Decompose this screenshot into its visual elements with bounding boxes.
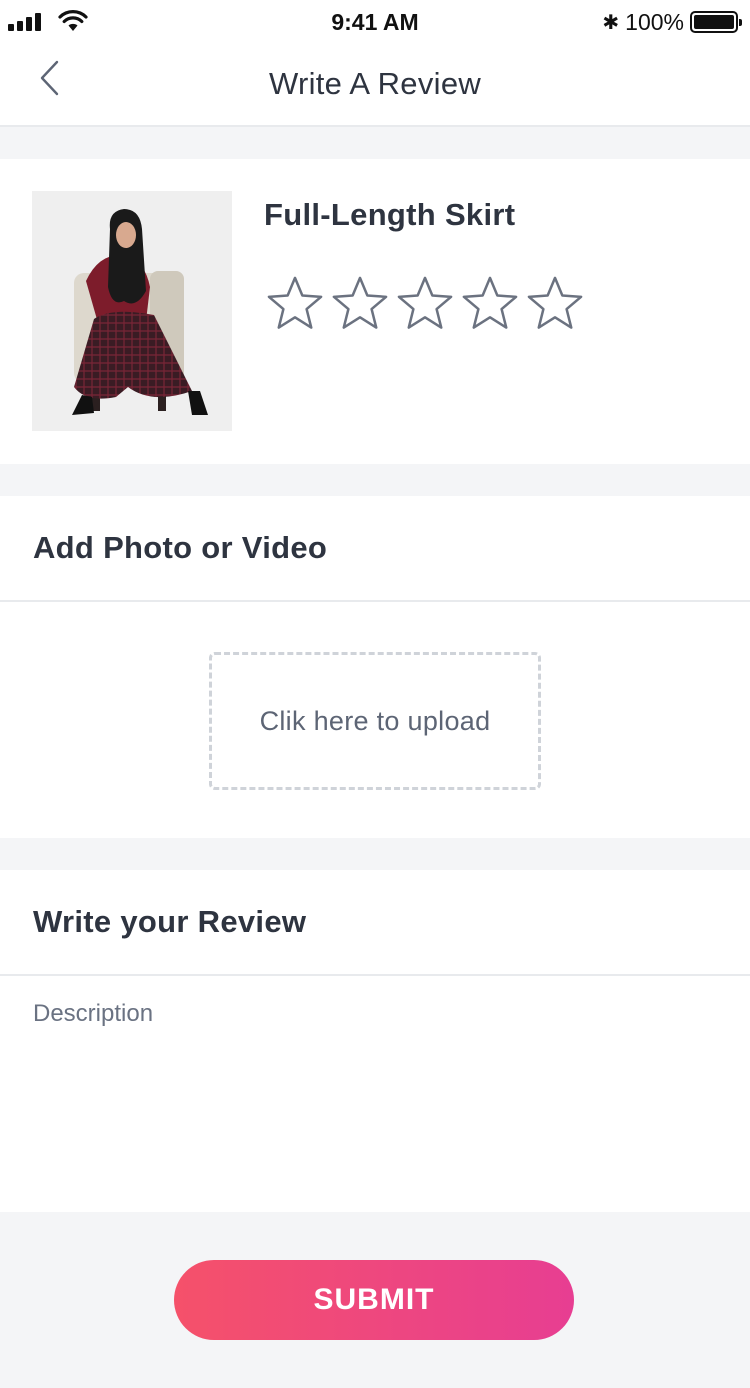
product-name: Full-Length Skirt xyxy=(264,197,516,232)
star-rating[interactable] xyxy=(266,275,591,333)
description-input[interactable] xyxy=(0,976,750,1212)
star-icon[interactable] xyxy=(331,275,389,333)
product-image xyxy=(32,191,232,431)
product-photo-illustration xyxy=(32,191,232,431)
battery-icon xyxy=(690,11,742,33)
review-section-title: Write your Review xyxy=(0,870,750,976)
battery-percent: 100% xyxy=(625,8,684,35)
star-icon[interactable] xyxy=(396,275,454,333)
media-section-title: Add Photo or Video xyxy=(0,496,750,602)
page-title: Write A Review xyxy=(268,66,482,101)
review-section: Write your Review xyxy=(0,870,750,1212)
product-card: Full-Length Skirt xyxy=(0,159,750,464)
nav-bar: Write A Review xyxy=(0,44,750,127)
upload-label: Clik here to upload xyxy=(259,705,491,736)
status-bar: 9:41 AM ✱ 100% xyxy=(0,0,750,44)
battery-status: ✱ 100% xyxy=(602,8,742,35)
media-section: Add Photo or Video Clik here to upload xyxy=(0,496,750,838)
upload-dropzone[interactable]: Clik here to upload xyxy=(209,652,541,790)
bluetooth-icon: ✱ xyxy=(602,11,620,34)
star-icon[interactable] xyxy=(266,275,324,333)
star-icon[interactable] xyxy=(461,275,519,333)
submit-button[interactable]: SUBMIT xyxy=(174,1260,574,1340)
star-icon[interactable] xyxy=(526,275,584,333)
